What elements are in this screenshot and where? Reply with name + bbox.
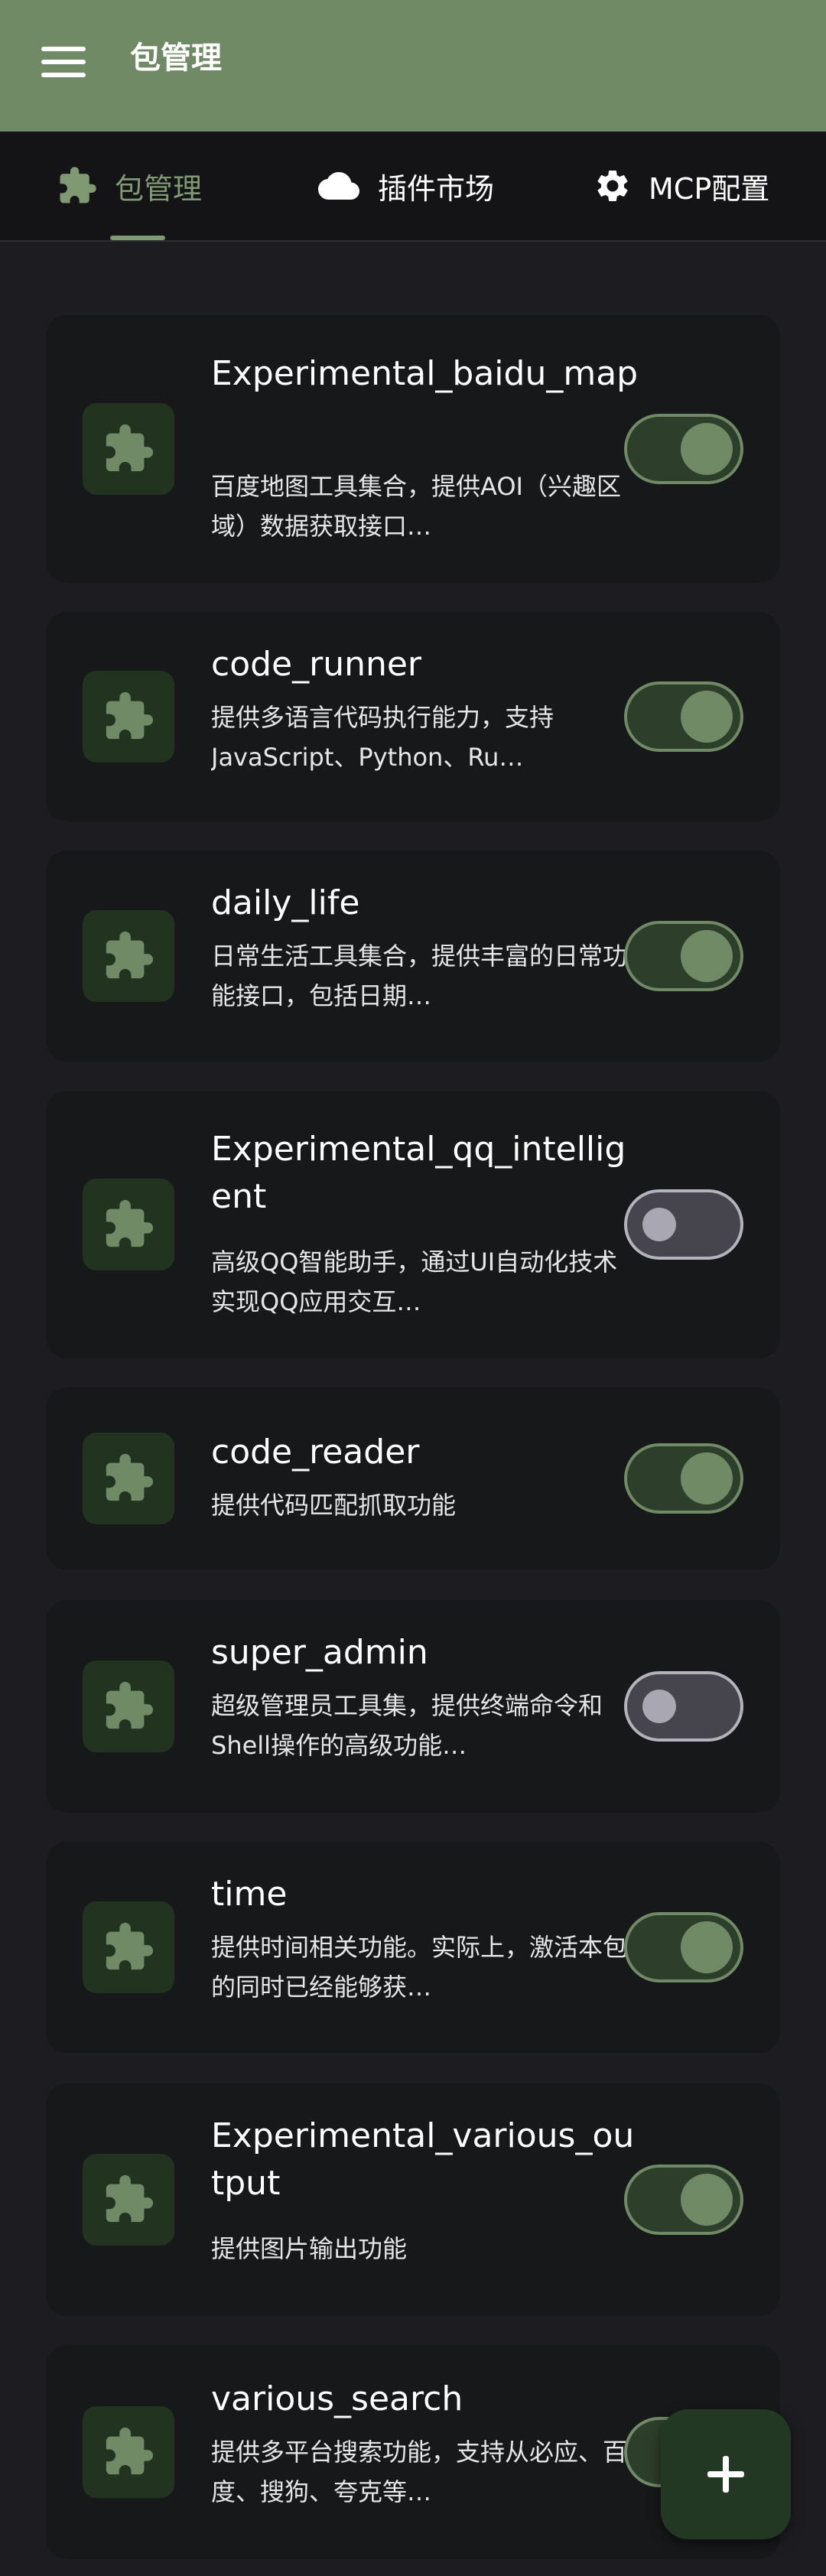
package-card[interactable]: time 提供时间相关功能。实际上，激活本包的同时已经能够获… [46,1842,780,2053]
package-card[interactable]: code_reader 提供代码匹配抓取功能 [46,1387,780,1569]
package-name: Experimental_various_output [211,2116,635,2203]
package-card[interactable]: Experimental_various_output 提供图片输出功能 [46,2083,780,2316]
tab-bar: 包管理 插件市场 MCP配置 [0,132,826,242]
package-icon-box [83,403,174,495]
cloud-icon [317,165,361,207]
puzzle-icon [57,165,98,207]
package-card[interactable]: super_admin 超级管理员工具集，提供终端命令和Shell操作的高级功能… [46,1600,780,1813]
puzzle-icon [106,424,154,472]
puzzle-icon [106,1681,154,1729]
tab-package-management[interactable]: 包管理 [57,132,202,240]
toggle-knob [681,2174,733,2226]
package-name: super_admin [211,1633,428,1672]
plus-icon [707,2456,744,2493]
package-toggle[interactable] [624,1443,743,1514]
package-card[interactable]: Experimental_qq_intelligent 高级QQ智能助手，通过U… [46,1091,780,1358]
package-description: 提供时间相关功能。实际上，激活本包的同时已经能够获… [211,1933,628,2002]
puzzle-icon [106,691,154,740]
package-description: 提供代码匹配抓取功能 [211,1491,457,1520]
page-title: 包管理 [130,41,222,76]
package-icon-box [83,1660,174,1752]
package-description: 高级QQ智能助手，通过UI自动化技术实现QQ应用交互… [211,1247,618,1316]
puzzle-icon [106,1922,154,1970]
package-toggle[interactable] [624,414,743,484]
package-icon-box [83,1433,174,1524]
puzzle-icon [106,1199,154,1247]
package-toggle[interactable] [624,1189,743,1260]
package-name: time [211,1875,288,1914]
package-description: 提供多语言代码执行能力，支持JavaScript、Python、Ru… [211,703,554,772]
toggle-knob [681,423,733,475]
tab-mcp-config[interactable]: MCP配置 [593,132,769,240]
package-icon-box [83,2406,174,2498]
package-icon-box [83,2154,174,2246]
tab-label: 包管理 [115,171,203,206]
package-name: code_reader [211,1433,420,1472]
package-name: daily_life [211,883,360,922]
toggle-knob [681,930,733,982]
package-description: 百度地图工具集合，提供AOI（兴趣区域）数据获取接口… [211,472,621,541]
menu-button[interactable] [35,34,92,90]
toggle-knob [642,1690,676,1723]
puzzle-icon [106,2427,154,2475]
toggle-knob [681,1921,733,1973]
tab-indicator [110,236,165,240]
toggle-knob [642,1208,676,1241]
menu-icon [41,47,86,77]
package-toggle[interactable] [624,1912,743,1982]
package-card[interactable]: code_runner 提供多语言代码执行能力，支持JavaScript、Pyt… [46,612,780,821]
package-name: Experimental_qq_intelligent [211,1130,626,1216]
tab-label: 插件市场 [378,171,495,206]
package-name: various_search [211,2379,463,2418]
package-description: 日常生活工具集合，提供丰富的日常功能接口，包括日期… [211,942,628,1010]
toggle-knob [681,1452,733,1504]
package-toggle[interactable] [624,921,743,991]
puzzle-icon [106,2174,154,2223]
package-description: 提供图片输出功能 [211,2234,408,2263]
package-name: code_runner [211,645,422,684]
package-icon-box [83,1901,174,1993]
puzzle-icon [106,1453,154,1501]
tab-label: MCP配置 [649,171,770,206]
toggle-knob [681,691,733,743]
package-toggle[interactable] [624,2165,743,2235]
top-app-bar: 包管理 [0,0,826,132]
add-package-button[interactable] [661,2409,791,2539]
package-toggle[interactable] [624,1671,743,1742]
package-description: 超级管理员工具集，提供终端命令和Shell操作的高级功能… [211,1691,603,1760]
puzzle-icon [106,931,154,979]
package-name: Experimental_baidu_map [211,354,639,393]
gear-icon [593,167,632,205]
package-card[interactable]: Experimental_baidu_map 百度地图工具集合，提供AOI（兴趣… [46,315,780,583]
tab-plugin-market[interactable]: 插件市场 [317,132,494,240]
package-icon-box [83,671,174,763]
package-icon-box [83,1179,174,1270]
package-icon-box [83,910,174,1002]
package-toggle[interactable] [624,681,743,752]
package-card[interactable]: daily_life 日常生活工具集合，提供丰富的日常功能接口，包括日期… [46,851,780,1062]
package-description: 提供多平台搜索功能，支持从必应、百度、搜狗、夸克等… [211,2438,628,2506]
